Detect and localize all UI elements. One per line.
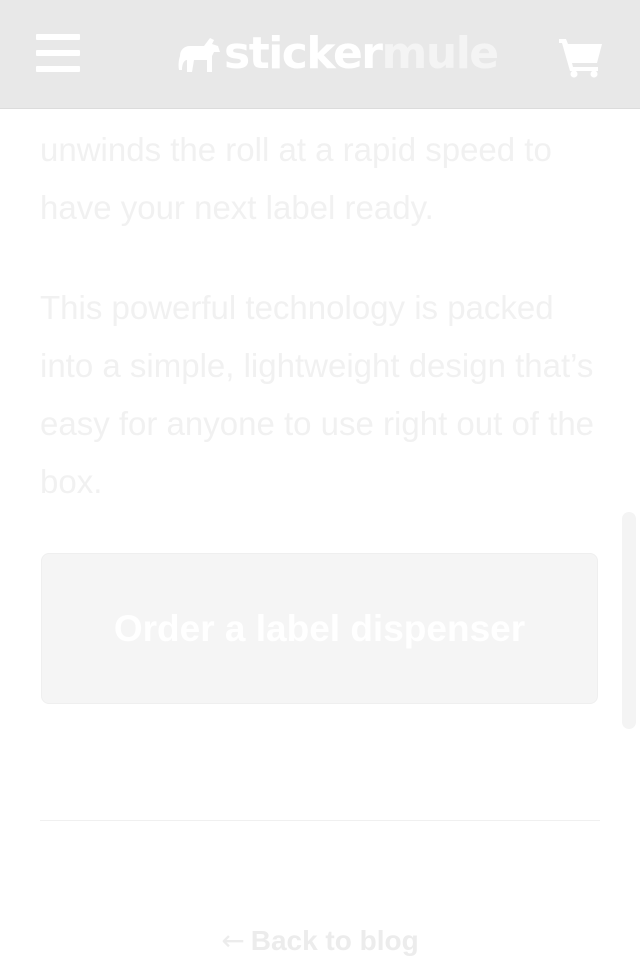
article-paragraph: This powerful technology is packed into … [40, 289, 595, 500]
left-arrow-icon: ← [221, 924, 245, 957]
hamburger-menu-icon[interactable] [36, 32, 82, 74]
divider [40, 820, 600, 821]
back-to-blog-link[interactable]: ← Back to blog [0, 920, 640, 962]
logo-text-mule: mule [381, 28, 500, 79]
order-label-dispenser-button[interactable]: Order a label dispenser [41, 553, 598, 704]
back-to-blog-label: Back to blog [250, 925, 419, 956]
shopping-cart-icon[interactable] [557, 36, 605, 78]
sticker-mule-logo[interactable]: stickermule [178, 26, 500, 82]
mule-logo-icon [178, 38, 220, 72]
order-button-label: Order a label dispenser [113, 607, 526, 649]
site-header: stickermule [0, 0, 640, 109]
article-paragraph: unwinds the roll at a rapid speed to hav… [40, 131, 552, 226]
logo-text-sticker: sticker [224, 28, 383, 79]
scrollbar-thumb[interactable] [622, 512, 636, 729]
